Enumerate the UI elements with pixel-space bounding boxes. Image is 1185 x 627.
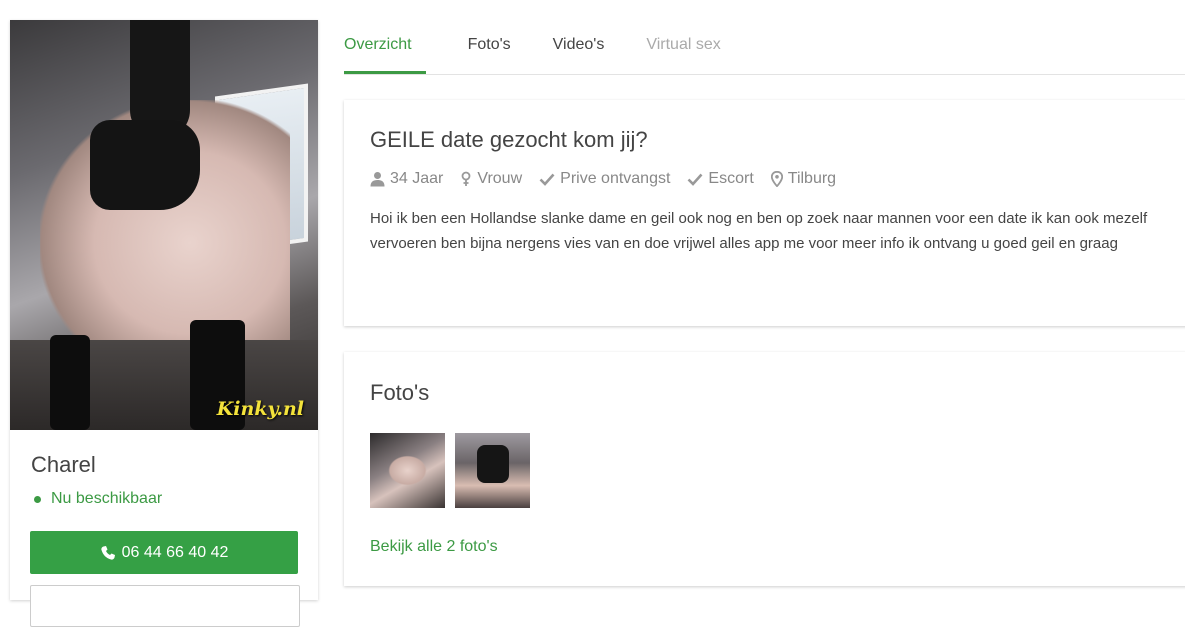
photo-thumbnail[interactable] [455, 433, 530, 508]
secondary-button[interactable] [30, 585, 300, 627]
meta-location: Tilburg [770, 170, 837, 188]
tab-fotos[interactable]: Foto's [468, 20, 511, 74]
meta-private-label: Prive ontvangst [560, 170, 671, 187]
meta-age-label: 34 Jaar [390, 170, 444, 187]
user-icon [370, 172, 385, 187]
tab-videos[interactable]: Video's [553, 20, 605, 74]
photos-card: Foto's Bekijk alle 2 foto's [344, 352, 1185, 586]
profile-card: Kinky.nl Charel Nu beschikbaar 06 44 66 … [10, 20, 318, 627]
meta-gender: Vrouw [460, 170, 522, 188]
meta-row: 34 Jaar Vrouw Prive ontvangst Escort Til… [370, 170, 853, 188]
gender-female-icon [461, 171, 471, 186]
photos-title: Foto's [370, 380, 430, 405]
tab-virtual-sex[interactable]: Virtual sex [646, 20, 720, 74]
availability-status: Nu beschikbaar [31, 490, 162, 508]
map-marker-icon [770, 171, 783, 187]
phone-button[interactable]: 06 44 66 40 42 [30, 531, 298, 574]
photo-corset [90, 120, 200, 210]
info-card: GEILE date gezocht kom jij? 34 Jaar Vrou… [344, 100, 1185, 326]
meta-gender-label: Vrouw [477, 170, 523, 187]
availability-label: Nu beschikbaar [51, 490, 163, 507]
photo-thumbnail[interactable] [370, 433, 445, 508]
profile-name: Charel [31, 452, 96, 477]
meta-location-label: Tilburg [787, 170, 837, 187]
meta-escort: Escort [687, 170, 754, 188]
meta-escort-label: Escort [708, 170, 754, 187]
check-icon [688, 173, 703, 186]
check-icon [539, 173, 555, 186]
status-dot-icon [34, 495, 41, 503]
phone-icon [100, 545, 115, 560]
watermark-logo: Kinky.nl [216, 398, 304, 420]
meta-age: 34 Jaar [370, 170, 443, 188]
ad-title: GEILE date gezocht kom jij? [370, 127, 648, 152]
ad-description: Hoi ik ben een Hollandse slanke dame en … [370, 210, 1148, 252]
profile-photo[interactable]: Kinky.nl [10, 20, 318, 430]
photo-boot-left [50, 335, 90, 430]
tab-overzicht[interactable]: Overzicht [344, 20, 426, 74]
phone-number: 06 44 66 40 42 [121, 543, 229, 561]
see-all-photos-link[interactable]: Bekijk alle 2 foto's [370, 538, 498, 556]
profile-tabs: Overzicht Foto's Video's Virtual sex [344, 20, 1185, 75]
meta-private: Prive ontvangst [539, 170, 670, 188]
